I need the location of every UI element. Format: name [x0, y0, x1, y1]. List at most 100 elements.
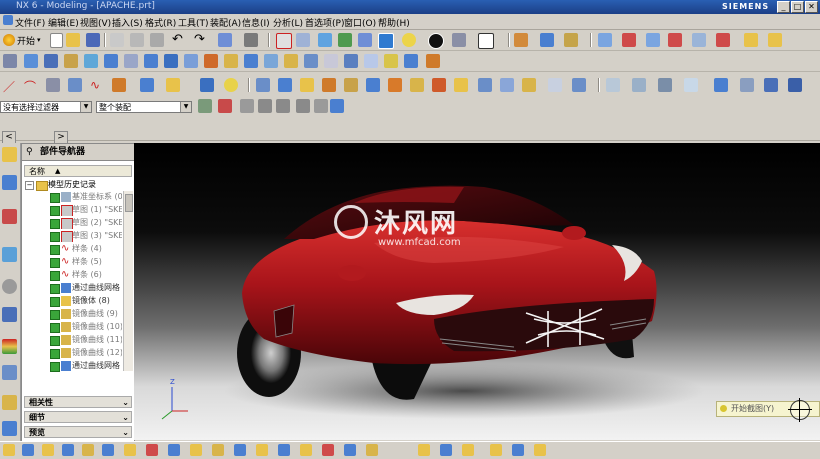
solid-rule-icon[interactable] [344, 444, 356, 456]
menu-window[interactable]: 窗口(O) [344, 16, 376, 29]
circle-icon[interactable] [46, 78, 60, 92]
snap-center-icon[interactable] [716, 33, 730, 47]
project-curve-icon[interactable] [166, 78, 180, 92]
render-style-icon[interactable] [378, 33, 394, 49]
trim-body-icon[interactable] [304, 54, 318, 68]
visibility-checkbox[interactable] [50, 232, 60, 242]
snap-icon[interactable] [3, 444, 15, 456]
visibility-checkbox[interactable] [50, 284, 60, 294]
select-chain-icon[interactable] [276, 99, 290, 113]
offset-face-icon[interactable] [404, 54, 418, 68]
constraint-icon[interactable] [2, 209, 17, 224]
menu-tools[interactable]: 工具(T) [178, 16, 209, 29]
subtract-icon[interactable] [364, 54, 378, 68]
sew-icon[interactable] [324, 54, 338, 68]
layer-icon[interactable] [514, 33, 528, 47]
tree-item[interactable]: 草图 (2) "SKET [22, 217, 122, 229]
offset-curve-icon[interactable] [140, 78, 154, 92]
tree-item[interactable]: ∿ 样条 (5) [22, 256, 122, 268]
sketch-icon[interactable] [3, 54, 17, 68]
trimmed-sheet-icon[interactable] [410, 78, 424, 92]
selection-mode-icon[interactable] [198, 99, 212, 113]
tree-item[interactable]: ∿ 样条 (6) [22, 269, 122, 281]
snap-existing-icon[interactable] [768, 33, 782, 47]
rectangle-icon[interactable] [68, 78, 82, 92]
cut-icon[interactable] [110, 33, 124, 47]
view-orient-icon[interactable] [452, 33, 466, 47]
spline-icon[interactable]: ∿ [90, 78, 104, 92]
tree-item[interactable]: 镜像曲线 (10) [22, 321, 122, 333]
bridge-surface-icon[interactable] [366, 78, 380, 92]
tree-item[interactable]: 镜像曲线 (9) [22, 308, 122, 320]
menu-analysis[interactable]: 分析(L) [273, 16, 303, 29]
face-rule-icon[interactable] [146, 444, 158, 456]
reset-icon[interactable] [512, 444, 524, 456]
select-body-icon[interactable] [314, 99, 328, 113]
intersect-icon[interactable] [384, 54, 398, 68]
process-studio-icon[interactable] [2, 421, 17, 436]
redo-icon[interactable]: ↷ [194, 33, 208, 47]
chevron-down-icon[interactable]: ▼ [180, 102, 191, 112]
extension-icon[interactable] [432, 78, 446, 92]
point-icon[interactable] [42, 444, 54, 456]
type-filter-combo[interactable]: 没有选择过滤器 ▼ [0, 101, 92, 113]
arc-icon[interactable]: ⌒ [24, 78, 38, 94]
fit-icon[interactable] [276, 33, 292, 49]
select-icon[interactable] [218, 33, 232, 47]
snap-point-toggle-icon[interactable] [218, 99, 232, 113]
vertex-rule-icon[interactable] [256, 444, 268, 456]
pocket-icon[interactable] [124, 54, 138, 68]
measure-icon[interactable] [564, 33, 578, 47]
visibility-checkbox[interactable] [50, 336, 60, 346]
region-rule-icon[interactable] [366, 444, 378, 456]
deviation-icon[interactable] [684, 78, 698, 92]
through-curves-icon[interactable] [256, 78, 270, 92]
wcs-icon[interactable] [540, 33, 554, 47]
follow-fillet-icon[interactable] [440, 444, 452, 456]
maximize-button[interactable]: □ [791, 1, 804, 13]
n-sided-surface-icon[interactable] [344, 78, 358, 92]
part-navigator-icon[interactable] [2, 175, 17, 190]
tree-root[interactable]: − 模型历史记录 [22, 179, 122, 191]
tree-item[interactable]: 镜像体 (8) [22, 295, 122, 307]
tree-item[interactable]: 镜像曲线 (12) [22, 347, 122, 359]
bounded-plane-icon[interactable] [200, 78, 214, 92]
snap-intersect-icon[interactable] [692, 33, 706, 47]
start-button[interactable]: 开始 ▾ [3, 32, 41, 48]
datum-rule-icon[interactable] [300, 444, 312, 456]
stop-at-intersection-icon[interactable] [418, 444, 430, 456]
details-section[interactable]: 细节 ⌄ [24, 411, 132, 423]
web-browser-icon[interactable] [2, 307, 17, 322]
unite-icon[interactable] [344, 54, 358, 68]
copy-icon[interactable] [130, 33, 144, 47]
chamfer-icon[interactable] [224, 54, 238, 68]
quick-pick-icon[interactable] [22, 444, 34, 456]
curve-analysis-icon[interactable] [606, 78, 620, 92]
graphics-window[interactable]: Z 沐风网 www.mfcad.com [134, 143, 820, 440]
tree-item[interactable]: 草图 (3) "SKET [22, 230, 122, 242]
snap-quadrant-icon[interactable] [744, 33, 758, 47]
role-icon[interactable] [2, 395, 17, 410]
section-icon[interactable] [714, 78, 728, 92]
tree-item[interactable]: 通过曲线网格 [22, 282, 122, 294]
snap-control-icon[interactable] [668, 33, 682, 47]
swept-icon[interactable] [300, 78, 314, 92]
scope-combo[interactable]: 整个装配 ▼ [96, 101, 192, 113]
menu-information[interactable]: 信息(I) [242, 16, 270, 29]
draft-analysis-icon[interactable] [788, 78, 802, 92]
select-face-icon[interactable] [330, 99, 344, 113]
extrude-icon[interactable] [24, 54, 38, 68]
menu-format[interactable]: 格式(R) [145, 16, 176, 29]
component-rule-icon[interactable] [278, 444, 290, 456]
tree-item[interactable]: 镜像曲线 (11) [22, 334, 122, 346]
lighting-icon[interactable] [428, 33, 444, 49]
x-form-icon[interactable] [548, 78, 562, 92]
pattern-icon[interactable] [264, 54, 278, 68]
palette-icon[interactable] [2, 339, 17, 354]
visibility-checkbox[interactable] [50, 193, 60, 203]
chevron-down-icon[interactable]: ▼ [80, 102, 91, 112]
revolve-icon[interactable] [44, 54, 58, 68]
highlight-icon[interactable] [764, 78, 778, 92]
tree-item[interactable]: 基准坐标系 (0) [22, 191, 122, 203]
edge-blend-icon[interactable] [204, 54, 218, 68]
